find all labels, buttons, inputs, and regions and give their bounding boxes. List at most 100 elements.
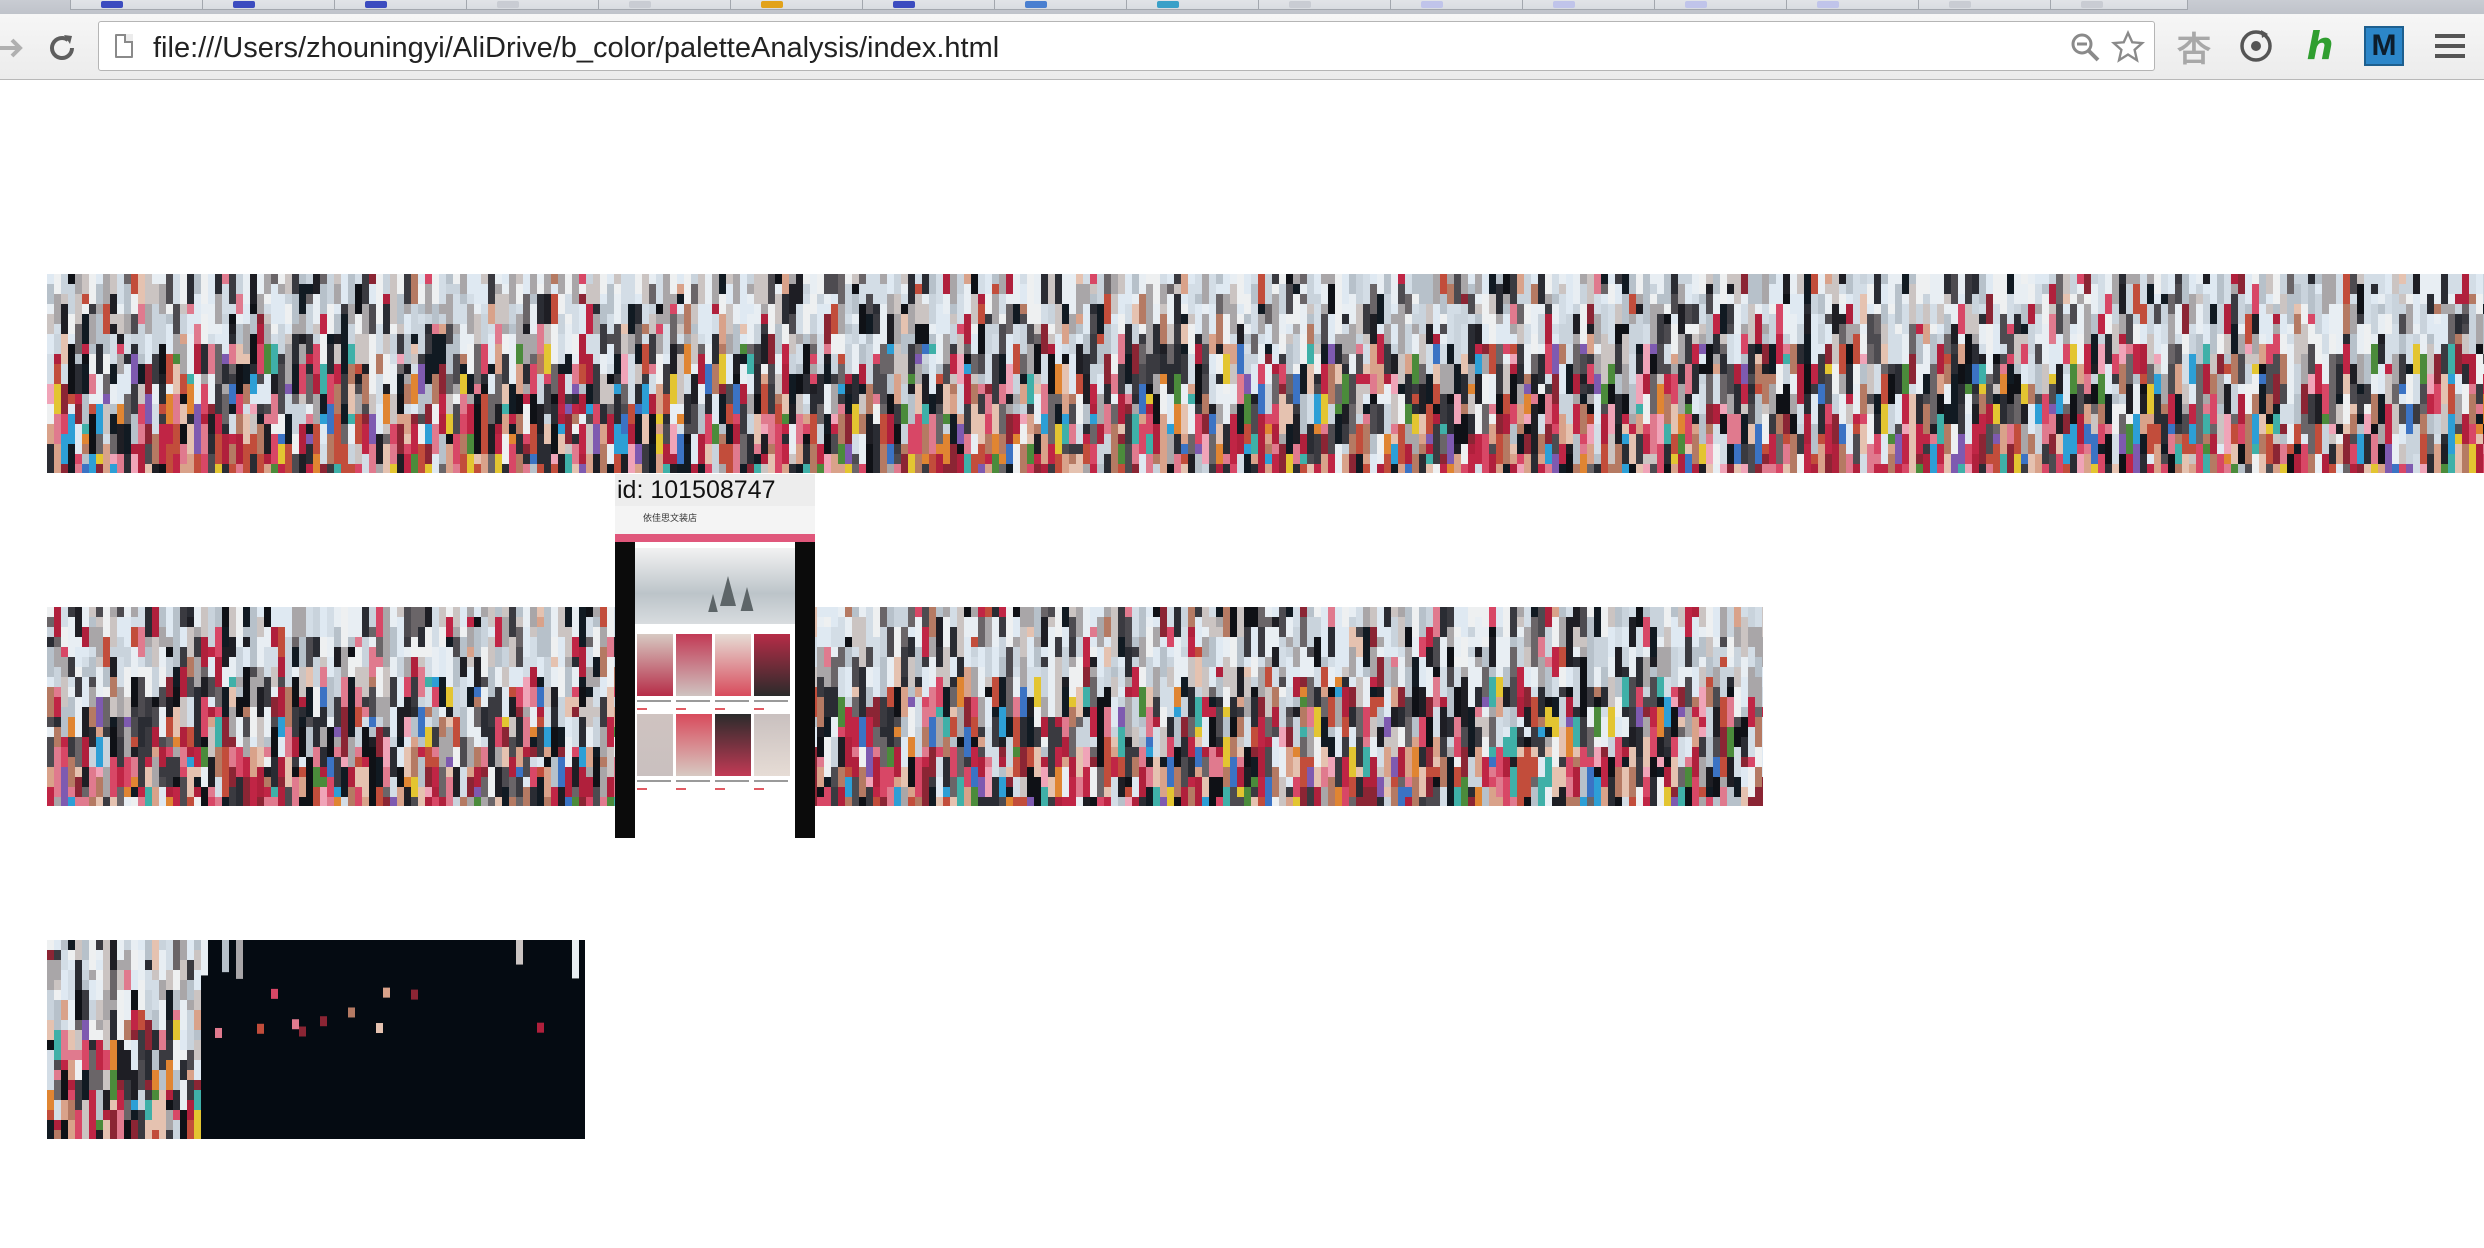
palette-swatch xyxy=(2322,344,2329,354)
palette-swatch xyxy=(320,314,327,334)
palette-swatch xyxy=(1265,454,1272,464)
palette-swatch xyxy=(1475,304,1482,314)
palette-swatch xyxy=(285,757,292,787)
palette-swatch xyxy=(887,747,894,767)
sync-extension-icon[interactable] xyxy=(2236,26,2276,66)
palette-swatch xyxy=(2301,434,2308,444)
palette-swatch xyxy=(887,414,894,444)
palette-swatch xyxy=(1832,444,1839,473)
forward-arrow-icon[interactable] xyxy=(0,28,32,68)
palette-swatch xyxy=(208,717,215,727)
browser-tab[interactable] xyxy=(1390,0,1528,10)
translate-extension-icon[interactable]: 杏 xyxy=(2174,26,2214,70)
palette-swatch xyxy=(1769,414,1776,434)
menu-icon[interactable] xyxy=(2430,26,2470,66)
browser-tab[interactable] xyxy=(70,0,208,10)
browser-tab[interactable] xyxy=(466,0,604,10)
palette-swatch xyxy=(558,454,565,473)
palette-swatch xyxy=(194,607,201,627)
palette-swatch xyxy=(572,364,579,384)
palette-swatch xyxy=(1069,364,1076,394)
address-bar[interactable]: file:///Users/zhouningyi/AliDrive/b_colo… xyxy=(98,21,2155,71)
palette-swatch xyxy=(873,404,880,424)
palette-swatch xyxy=(761,364,768,374)
palette-swatch xyxy=(355,607,362,637)
palette-swatch xyxy=(1433,424,1440,454)
browser-tab[interactable] xyxy=(994,0,1132,10)
palette-swatch xyxy=(1279,314,1286,334)
browser-tab[interactable] xyxy=(202,0,340,10)
palette-swatch xyxy=(1104,384,1111,404)
palette-swatch xyxy=(831,274,838,294)
palette-swatch xyxy=(894,777,901,787)
palette-swatch xyxy=(852,284,859,294)
zoom-icon[interactable] xyxy=(2068,30,2102,64)
palette-swatch xyxy=(1265,304,1272,324)
palette-swatch xyxy=(2322,314,2329,334)
palette-swatch xyxy=(1650,454,1657,464)
palette-swatch xyxy=(1398,424,1405,444)
palette-strip-1[interactable] xyxy=(47,274,2484,473)
browser-tab[interactable] xyxy=(730,0,868,10)
palette-swatch xyxy=(138,354,145,364)
palette-swatch xyxy=(2119,364,2126,394)
palette-swatch xyxy=(502,284,509,294)
browser-tab[interactable] xyxy=(1786,0,1924,10)
palette-swatch xyxy=(544,747,551,757)
browser-tab[interactable] xyxy=(2050,0,2188,10)
palette-swatch xyxy=(1503,414,1510,434)
tab-favicon-icon xyxy=(1421,1,1443,8)
palette-swatch xyxy=(1818,294,1825,314)
palette-swatch xyxy=(229,434,236,444)
browser-tab[interactable] xyxy=(334,0,472,10)
palette-swatch xyxy=(145,667,152,697)
palette-swatch xyxy=(761,274,768,304)
palette-swatch xyxy=(1426,404,1433,434)
palette-swatch xyxy=(1699,344,1706,354)
palette-swatch xyxy=(1265,274,1272,304)
palette-swatch xyxy=(341,444,348,473)
palette-swatch xyxy=(2056,414,2063,434)
palette-strip-2[interactable] xyxy=(47,607,1763,806)
browser-tab[interactable] xyxy=(1258,0,1396,10)
palette-swatch xyxy=(761,464,768,473)
browser-tab[interactable] xyxy=(1126,0,1264,10)
palette-swatch xyxy=(264,767,271,777)
palette-swatch xyxy=(1104,274,1111,294)
palette-swatch xyxy=(1874,274,1881,304)
palette-swatch xyxy=(761,304,768,314)
palette-swatch xyxy=(901,677,908,687)
palette-swatch xyxy=(2042,394,2049,424)
palette-swatch xyxy=(1699,444,1706,464)
palette-swatch xyxy=(2084,294,2091,304)
reload-icon[interactable] xyxy=(42,28,82,68)
palette-swatch xyxy=(1860,354,1867,364)
browser-tab[interactable] xyxy=(1918,0,2056,10)
palette-swatch xyxy=(1503,294,1510,304)
bookmark-star-icon[interactable] xyxy=(2111,29,2145,64)
palette-swatch xyxy=(1643,344,1650,374)
palette-swatch xyxy=(859,767,866,797)
url-text[interactable]: file:///Users/zhouningyi/AliDrive/b_colo… xyxy=(153,32,999,65)
palette-swatch xyxy=(173,274,180,304)
m-extension-icon[interactable]: M xyxy=(2364,26,2404,66)
palette-swatch xyxy=(1188,454,1195,473)
palette-swatch xyxy=(1335,334,1342,344)
browser-tab[interactable] xyxy=(598,0,736,10)
browser-tab[interactable] xyxy=(1522,0,1660,10)
palette-swatch xyxy=(229,444,236,464)
palette-swatch xyxy=(460,304,467,324)
h-extension-icon[interactable]: h xyxy=(2300,24,2340,68)
browser-tab[interactable] xyxy=(1654,0,1792,10)
palette-swatch xyxy=(257,607,264,617)
palette-swatch xyxy=(1601,414,1608,444)
palette-swatch xyxy=(250,434,257,454)
palette-swatch xyxy=(1027,304,1034,324)
palette-swatch xyxy=(2476,344,2483,354)
palette-swatch xyxy=(1790,344,1797,374)
palette-swatch xyxy=(1223,394,1230,424)
browser-tab[interactable] xyxy=(862,0,1000,10)
palette-swatch xyxy=(215,384,222,414)
palette-swatch xyxy=(355,384,362,394)
palette-swatch xyxy=(1216,354,1223,374)
